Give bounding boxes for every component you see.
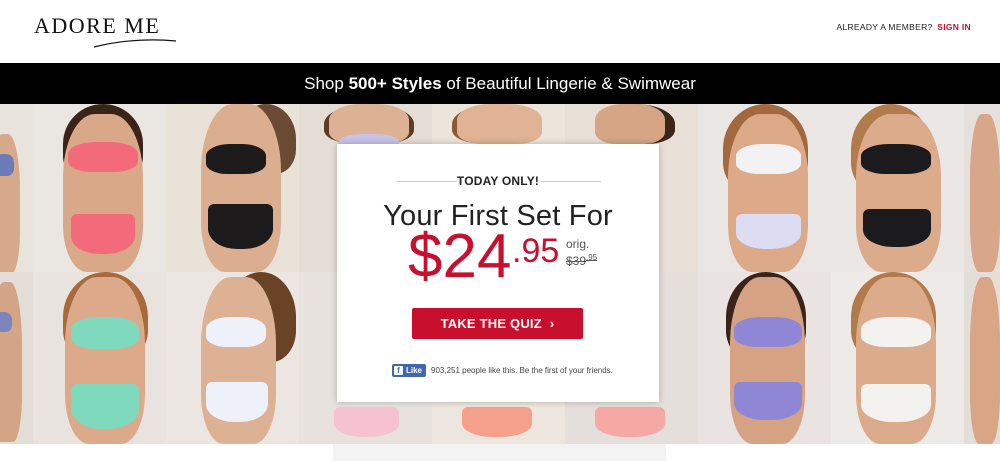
product-photo[interactable]	[698, 272, 831, 444]
original-label: orig.	[566, 237, 590, 251]
promo-price: $24	[408, 222, 512, 291]
product-photo[interactable]	[166, 272, 299, 444]
quiz-button-label: TAKE THE QUIZ	[440, 316, 542, 331]
content-area-top	[333, 444, 666, 461]
product-photo[interactable]	[33, 104, 166, 272]
banner-prefix: Shop	[304, 74, 344, 93]
adore-me-logo[interactable]: ADORE ME	[34, 13, 184, 49]
logo-swoosh-icon	[93, 39, 177, 48]
landing-page: ADORE ME ALREADY A MEMBER? SIGN IN Shop …	[0, 0, 1000, 461]
product-photo[interactable]	[831, 272, 964, 444]
promo-price-cents: .95	[512, 232, 560, 270]
sign-in-link[interactable]: SIGN IN	[937, 22, 971, 32]
take-the-quiz-button[interactable]: TAKE THE QUIZ ›	[412, 308, 583, 339]
promo-banner: Shop 500+ Styles of Beautiful Lingerie &…	[0, 63, 1000, 104]
divider-right	[541, 181, 601, 182]
today-only-label: TODAY ONLY!	[456, 174, 540, 188]
original-price: $39.95	[566, 253, 598, 268]
member-prompt: ALREADY A MEMBER?	[836, 22, 933, 32]
product-photo[interactable]	[0, 272, 33, 444]
product-photo[interactable]	[698, 104, 831, 272]
banner-highlight: 500+ Styles	[348, 74, 442, 93]
original-price-block: orig. $39.95	[566, 238, 597, 268]
promo-card: TODAY ONLY! Your First Set For $24 .95 o…	[337, 144, 659, 402]
product-photo[interactable]	[964, 272, 1000, 444]
product-photo[interactable]	[831, 104, 964, 272]
facebook-icon: f	[394, 366, 403, 375]
banner-suffix: of Beautiful Lingerie & Swimwear	[446, 74, 696, 93]
product-photo[interactable]	[166, 104, 299, 272]
facebook-like-widget: f Like 903,251 people like this. Be the f…	[392, 364, 613, 377]
product-photo[interactable]	[964, 104, 1000, 272]
site-header: ADORE ME ALREADY A MEMBER? SIGN IN	[0, 0, 1000, 63]
product-photo[interactable]	[0, 104, 33, 272]
member-login: ALREADY A MEMBER? SIGN IN	[836, 22, 971, 32]
facebook-like-button[interactable]: f Like	[392, 364, 427, 377]
chevron-right-icon: ›	[549, 316, 555, 331]
product-photo[interactable]	[33, 272, 166, 444]
facebook-like-count: 903,251 people like this. Be the first o…	[431, 366, 613, 375]
